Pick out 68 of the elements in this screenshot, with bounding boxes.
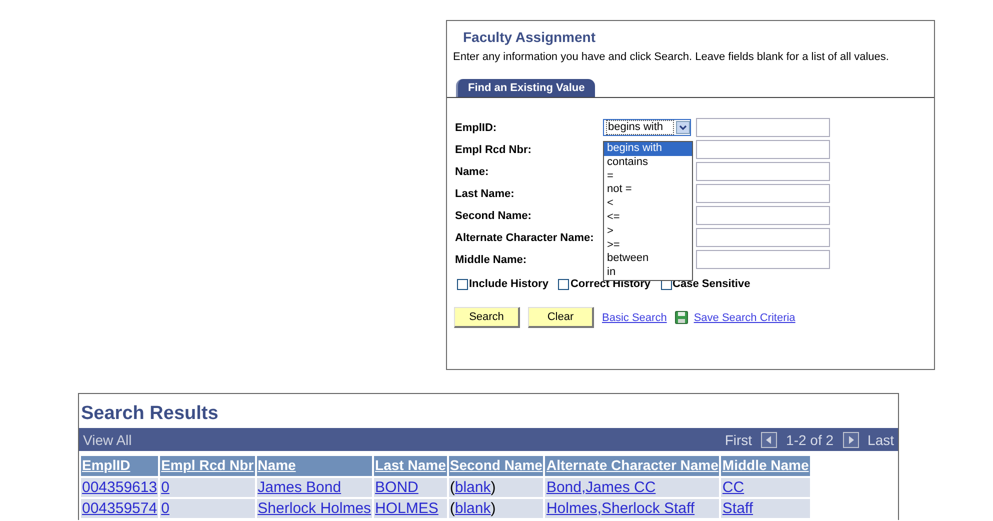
column-sort-link[interactable]: EmplID (82, 457, 130, 473)
page-range-text: 1-2 of 2 (786, 432, 834, 448)
cell-link[interactable]: Holmes,Sherlock Staff (546, 500, 695, 517)
input-field[interactable] (696, 162, 830, 181)
cell-link[interactable]: 004359574 (82, 500, 158, 517)
field-label: Empl Rcd Nbr: (455, 144, 532, 156)
dropdown-option[interactable]: begins with (604, 142, 692, 156)
input-field[interactable] (696, 206, 830, 225)
checkbox[interactable] (457, 278, 468, 290)
last-text[interactable]: Last (868, 432, 894, 448)
checkbox[interactable] (558, 278, 570, 290)
dropdown-option[interactable]: not = (604, 183, 692, 198)
input-field[interactable] (696, 140, 830, 159)
dropdown-option[interactable]: contains (604, 156, 692, 170)
next-icon[interactable] (842, 432, 859, 448)
field-label: Second Name: (455, 210, 532, 222)
dropdown-option[interactable]: > (604, 224, 692, 239)
cell-link[interactable]: 0 (161, 500, 170, 517)
previous-icon[interactable] (761, 432, 778, 448)
input-field[interactable] (696, 118, 830, 137)
basic-search-link[interactable]: Basic Search (602, 312, 667, 324)
cell-link[interactable]: blank (454, 500, 491, 517)
column-sort-link[interactable]: Alternate Character Name (546, 457, 718, 473)
dropdown-option[interactable]: <= (604, 210, 692, 225)
action-button[interactable]: Clear (528, 307, 594, 328)
column-sort-link[interactable]: Name (258, 457, 296, 473)
results-title: Search Results (80, 402, 220, 425)
cell-link[interactable]: HOLMES (375, 500, 438, 517)
input-field[interactable] (696, 250, 830, 269)
save-search-link[interactable]: Save Search Criteria (694, 312, 796, 324)
cell-link[interactable]: Bond,James CC (546, 479, 656, 496)
instructions-text: Enter any information you have and click Search. Leave fields blank for a list of all values. (452, 50, 890, 63)
save-icon[interactable] (674, 311, 688, 324)
cell-link[interactable]: Sherlock Holmes (258, 500, 372, 517)
cell-link[interactable]: CC (722, 479, 744, 496)
field-label: Middle Name: (455, 254, 528, 266)
field-label: EmplID: (455, 122, 498, 134)
dropdown-option[interactable]: >= (604, 238, 692, 252)
dropdown-option[interactable]: between (604, 252, 692, 266)
first-text[interactable]: First (724, 432, 752, 448)
view-all-link[interactable]: View All (83, 432, 132, 448)
page-title: Faculty Assignment (462, 28, 597, 45)
field-label: Alternate Character Name: (455, 232, 595, 244)
tab[interactable]: Find an Existing Value (456, 79, 595, 97)
input-field[interactable] (696, 184, 830, 203)
dropdown-option[interactable]: in (604, 266, 692, 280)
column-sort-link[interactable]: Last Name (375, 457, 446, 473)
input-field[interactable] (696, 228, 830, 247)
dropdown-option[interactable]: < (604, 197, 692, 211)
column-sort-link[interactable]: Middle Name (722, 457, 809, 473)
checkbox-label: Include History (469, 278, 548, 290)
field-label: Name: (455, 166, 490, 178)
operator-dropdown[interactable]: begins with (603, 119, 691, 136)
field-label: Last Name: (455, 188, 516, 200)
column-sort-link[interactable]: Empl Rcd Nbr (161, 457, 254, 473)
cell-link[interactable]: Staff (722, 500, 754, 517)
parenthesis-text: ) (490, 500, 496, 517)
cell-link[interactable]: blank (454, 479, 491, 496)
parenthesis-text: ) (490, 479, 496, 496)
action-button[interactable]: Search (454, 307, 520, 328)
cell-link[interactable]: BOND (375, 479, 418, 496)
cell-link[interactable]: 0 (161, 479, 170, 496)
column-sort-link[interactable]: Second Name (450, 457, 542, 473)
parenthesis-text: ( (450, 479, 455, 496)
cell-link[interactable]: James Bond (258, 479, 342, 496)
dropdown-option[interactable]: = (604, 170, 692, 184)
cell-link[interactable]: 004359613 (82, 479, 158, 496)
parenthesis-text: ( (450, 500, 455, 517)
